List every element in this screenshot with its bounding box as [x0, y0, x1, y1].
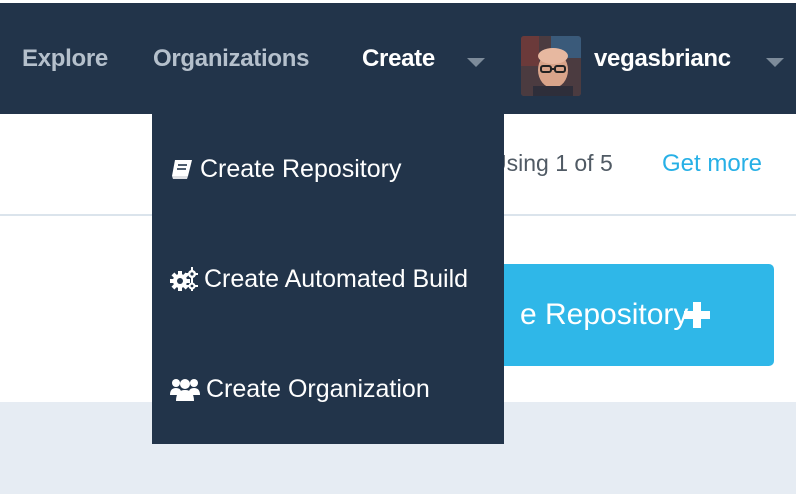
menu-item-label: Create Automated Build: [204, 264, 469, 293]
nav-create-menu[interactable]: Create: [362, 45, 435, 73]
menu-item-create-repository[interactable]: Create Repository: [170, 144, 500, 194]
avatar[interactable]: [521, 36, 581, 96]
gears-icon: [170, 267, 198, 291]
nav-username-menu[interactable]: vegasbrianc: [594, 45, 731, 73]
private-repo-usage-text: Using 1 of 5: [490, 150, 613, 176]
nav-organizations-link[interactable]: Organizations: [153, 45, 309, 73]
menu-item-label: Create Organization: [206, 374, 430, 403]
create-chevron-down-icon[interactable]: [467, 58, 485, 67]
users-icon: [170, 379, 200, 401]
menu-item-label: Create Repository: [200, 154, 402, 183]
create-repository-button-label: e Repository: [520, 298, 689, 331]
user-chevron-down-icon[interactable]: [766, 58, 784, 67]
menu-item-create-organization[interactable]: Create Organization: [170, 364, 500, 414]
top-nav-bar: Explore Organizations Create vegasbrianc: [0, 0, 796, 114]
book-icon: [172, 160, 192, 179]
menu-item-create-automated-build[interactable]: Create Automated Build: [170, 254, 500, 304]
nav-explore-link[interactable]: Explore: [22, 45, 108, 73]
get-more-link[interactable]: Get more: [662, 150, 762, 178]
plus-icon: [684, 302, 710, 328]
user-avatar-image: [521, 36, 581, 96]
